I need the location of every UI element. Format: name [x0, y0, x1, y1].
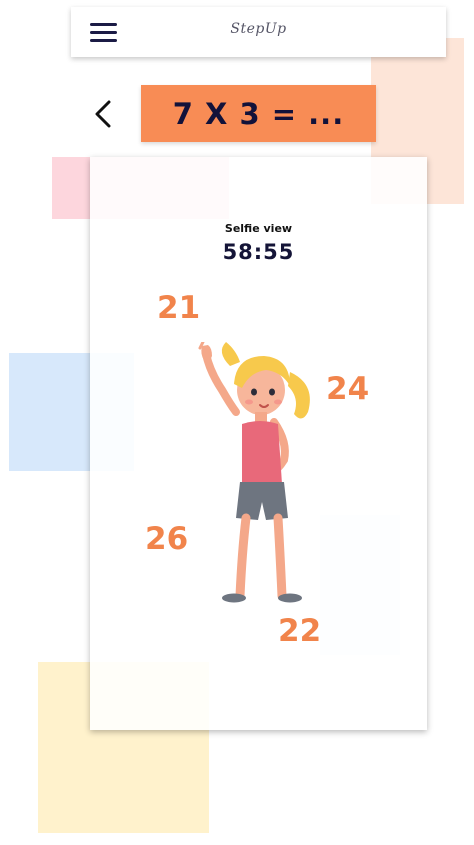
app-bar: StepUp [71, 7, 446, 57]
answer-option-2[interactable]: 24 [326, 371, 369, 407]
menu-line [90, 39, 117, 42]
answer-option-3[interactable]: 26 [145, 521, 188, 557]
question-text: 7 X 3 = ... [172, 96, 345, 131]
question-banner: 7 X 3 = ... [141, 85, 376, 142]
selfie-camera-card: Selfie view 58:55 21 24 26 22 [90, 157, 427, 730]
countdown-timer: 58:55 [222, 240, 295, 264]
app-title: StepUp [230, 21, 287, 37]
answer-option-1[interactable]: 21 [157, 290, 200, 326]
answer-option-4[interactable]: 22 [278, 613, 321, 649]
selfie-view-label: Selfie view [224, 222, 293, 235]
girl-character-illustration [198, 342, 310, 603]
chevron-left-icon[interactable] [92, 98, 116, 130]
